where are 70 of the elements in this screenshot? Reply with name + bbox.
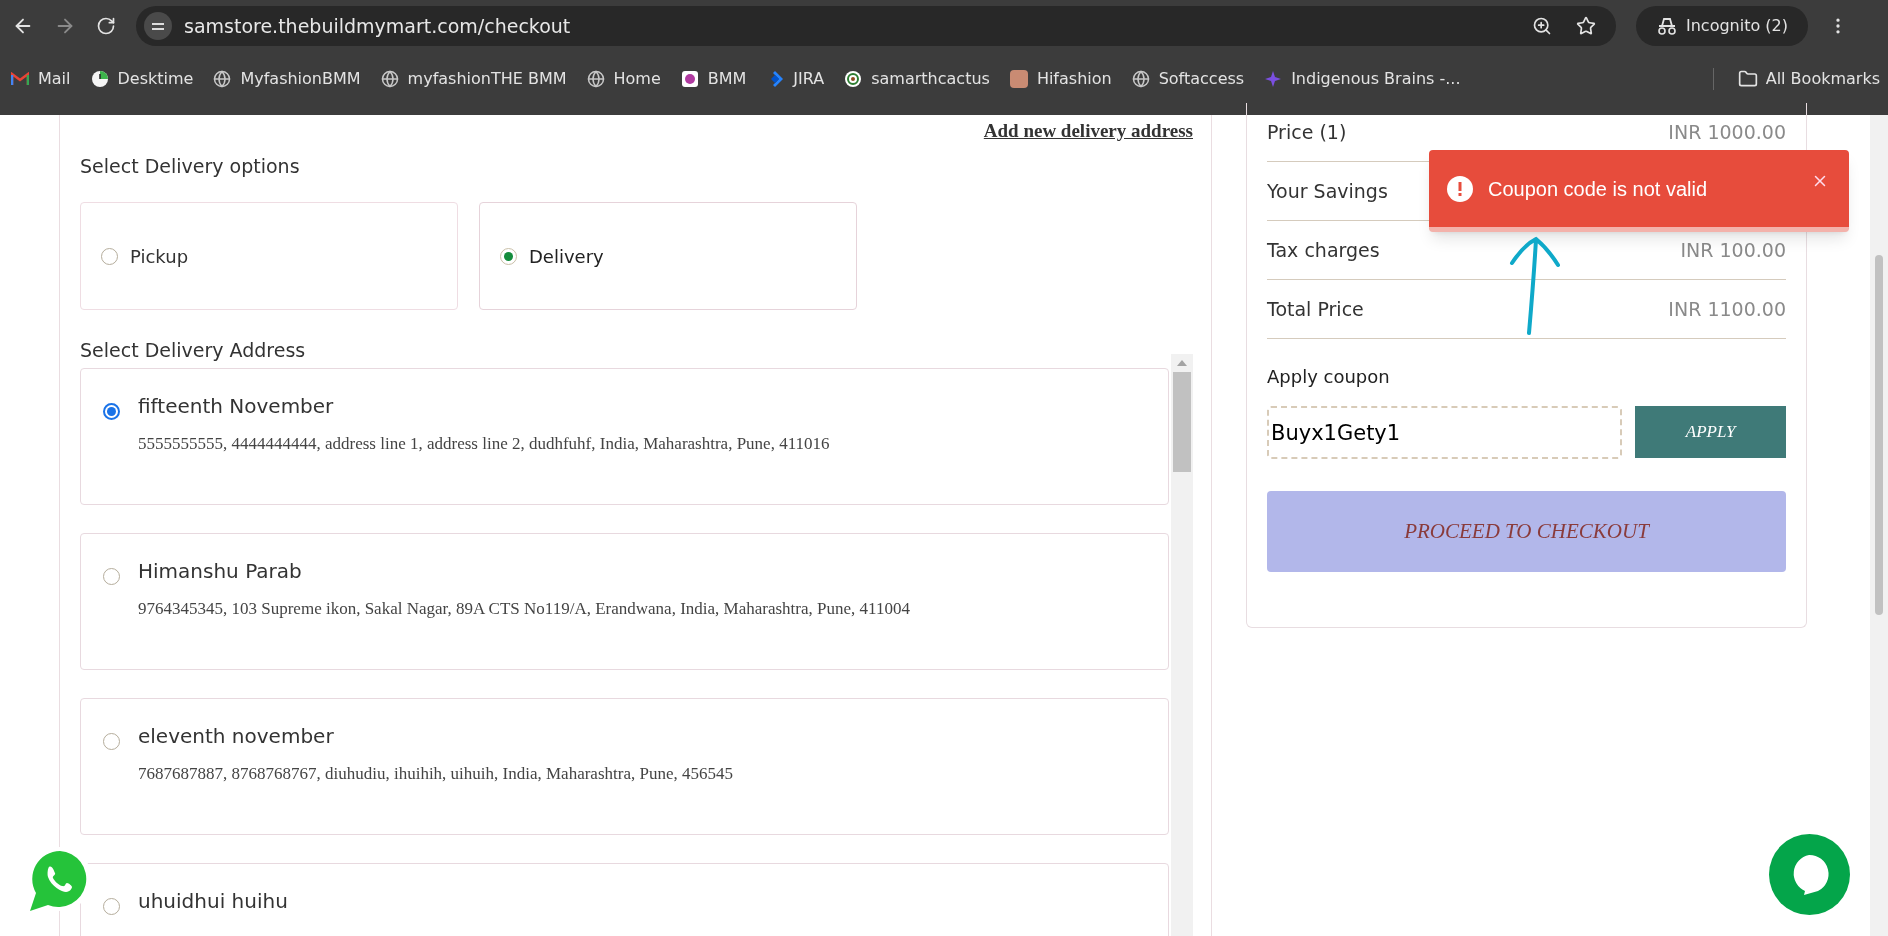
add-address-link[interactable]: Add new delivery address <box>983 117 1193 146</box>
radio-button[interactable] <box>101 247 118 265</box>
coupon-input[interactable]: Buyx1Gety1 <box>1267 406 1623 459</box>
section-title: Select Delivery Address <box>80 338 307 363</box>
option-label: Pickup <box>130 244 189 269</box>
address-bar[interactable]: samstore.thebuildmymart.com/checkout <box>136 6 1616 46</box>
section-title: Select Delivery options <box>80 153 301 179</box>
radio-button[interactable] <box>103 733 120 750</box>
summary-label: Tax charges <box>1267 237 1380 263</box>
reload-icon[interactable] <box>96 16 116 36</box>
bookmark-item[interactable]: MyfashionBMM <box>208 66 366 91</box>
globe-icon <box>1131 69 1150 88</box>
folder-icon <box>1737 68 1758 89</box>
apply-button[interactable]: APPLY <box>1635 406 1786 458</box>
summary-value: INR 1000.00 <box>1668 119 1786 145</box>
ring-icon <box>844 69 863 88</box>
all-bookmarks-button[interactable]: All Bookmarks <box>1737 66 1880 91</box>
address-name: Himanshu Parab <box>138 558 303 585</box>
address-name: eleventh november <box>138 723 335 750</box>
summary-value: INR 100.00 <box>1680 237 1786 263</box>
globe-icon <box>586 69 605 88</box>
address-details: 9764345345, 103 Supreme ikon, Sakal Nagar, 89A CTS No119/A, Erandwana, India, Maharashtra, Pune, 411004 <box>138 598 910 620</box>
scrollbar[interactable] <box>1171 354 1193 936</box>
radio-button[interactable] <box>103 898 120 915</box>
incognito-icon <box>1656 17 1678 35</box>
bookmark-item[interactable]: BMM <box>675 66 752 91</box>
alert-icon <box>1447 175 1473 202</box>
bookmark-item[interactable]: samarthcactus <box>839 66 995 91</box>
toast-message: Coupon code is not valid <box>1488 176 1708 202</box>
summary-value: INR 1100.00 <box>1668 296 1786 322</box>
star-icon[interactable] <box>1576 16 1596 36</box>
address-card[interactable]: Himanshu Parab 9764345345, 103 Supreme ikon, Sakal Nagar, 89A CTS No119/A, Erandwana, India, Maharashtra, Pune, 411004 <box>80 533 1169 670</box>
site-settings-icon[interactable] <box>144 12 172 40</box>
radio-button[interactable] <box>500 247 517 265</box>
photo-placeholder <box>1009 69 1028 88</box>
delivery-option-card[interactable]: Delivery <box>479 202 857 310</box>
bookmark-item[interactable]: Mail <box>6 66 76 91</box>
address-details: 5555555555, 4444444444, address line 1, address line 2, dudhfuhf, India, Maharashtra, Pune, 411016 <box>138 433 830 455</box>
summary-label: Price (1) <box>1267 119 1347 145</box>
url-text[interactable]: samstore.thebuildmymart.com/checkout <box>184 11 571 41</box>
coupon-title: Apply coupon <box>1267 365 1391 389</box>
incognito-button[interactable]: Incognito (2) <box>1636 6 1808 46</box>
bookmark-item[interactable]: Softaccess <box>1126 66 1250 91</box>
bookmark-item[interactable]: Home <box>581 66 666 91</box>
bookmark-item[interactable]: Hifashion <box>1004 66 1117 91</box>
address-card[interactable]: eleventh november 7687687887, 8768768767, diuhudiu, ihuihih, uihuih, India, Maharashtra, Pune, 456545 <box>80 698 1169 835</box>
page-scrollbar[interactable] <box>1870 115 1888 936</box>
address-details: 7687687887, 8768768767, diuhudiu, ihuihih, uihuih, India, Maharashtra, Pune, 456545 <box>138 763 733 785</box>
address-name: uhuidhui huihu <box>138 888 288 915</box>
summary-label: Your Savings <box>1267 178 1388 204</box>
badge-icon <box>680 69 699 88</box>
bookmark-item[interactable]: JIRA <box>761 66 830 91</box>
option-label: Delivery <box>529 244 604 269</box>
bookmark-item[interactable]: Desktime <box>85 66 199 91</box>
spark-icon <box>1264 69 1283 88</box>
chat-icon[interactable] <box>1769 834 1850 915</box>
bookmark-item[interactable]: Indigenous Brains -... <box>1259 66 1466 91</box>
globe-icon <box>213 69 232 88</box>
checkout-button[interactable]: PROCEED TO CHECKOUT <box>1267 491 1786 572</box>
globe-icon <box>380 69 399 88</box>
radio-button[interactable] <box>103 568 120 585</box>
address-name: fifteenth November <box>138 393 335 420</box>
radio-button[interactable] <box>103 403 120 420</box>
clock-icon <box>90 69 109 88</box>
delivery-option-card[interactable]: Pickup <box>80 202 458 310</box>
mail-icon <box>11 71 29 86</box>
zoom-icon[interactable] <box>1532 16 1552 36</box>
summary-label: Total Price <box>1267 296 1364 322</box>
address-card[interactable]: fifteenth November 5555555555, 4444444444, address line 1, address line 2, dudhfuhf, India, Maharashtra, Pune, 411016 <box>80 368 1169 505</box>
bookmark-item[interactable]: myfashionTHE BMM <box>375 66 572 91</box>
